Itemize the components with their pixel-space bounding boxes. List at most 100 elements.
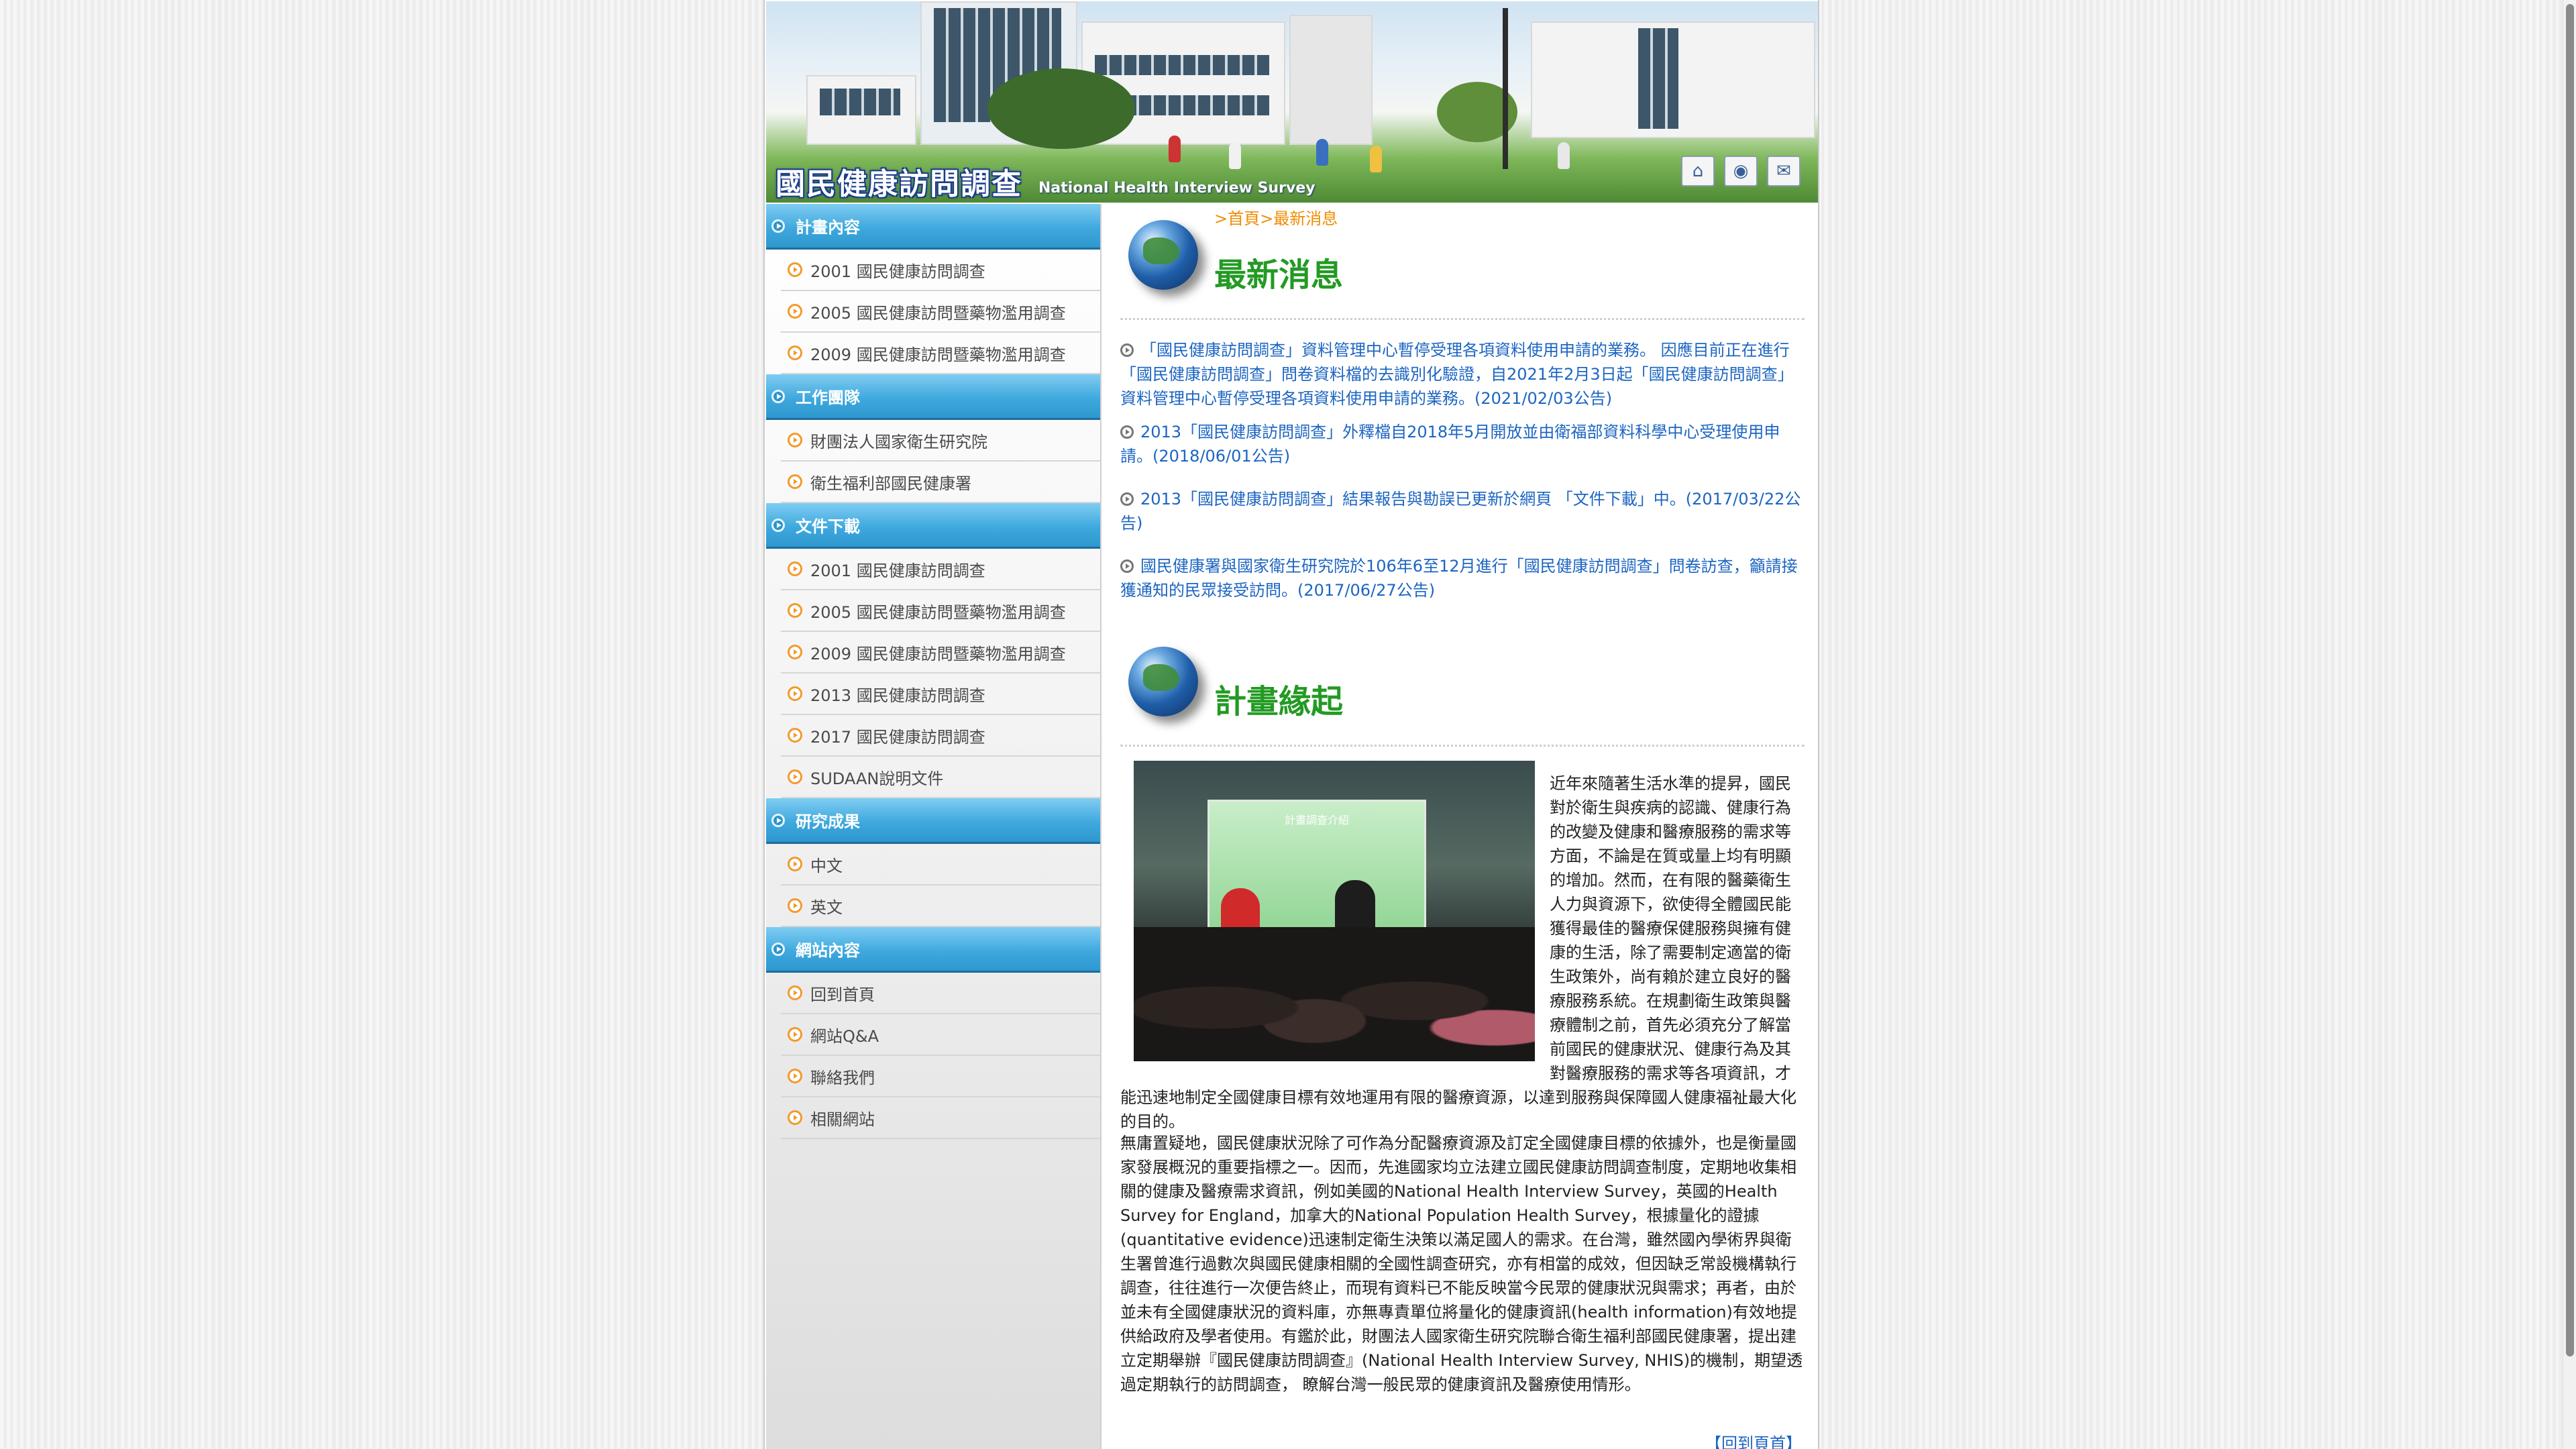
orange-arrow-icon <box>788 262 802 277</box>
sidebar-item-faq[interactable]: 網站Q&A <box>781 1014 1100 1056</box>
news-item[interactable]: 2013「國民健康訪問調查」結果報告與勘誤已更新於網頁 「文件下載」中。(201… <box>1120 487 1805 535</box>
sidebar-item-download-2001[interactable]: 2001 國民健康訪問調查 <box>781 549 1100 590</box>
globe-icon <box>1128 647 1198 716</box>
sidebar-item-label: 衛生福利部國民健康署 <box>810 474 971 493</box>
orange-arrow-icon <box>788 898 802 913</box>
orange-arrow-icon <box>788 304 802 319</box>
news-item-text[interactable]: 2013「國民健康訪問調查」外釋檔自2018年5月開放並由衛福部資料科學中心受理… <box>1120 423 1780 466</box>
sidebar-item-sudaan[interactable]: SUDAAN說明文件 <box>781 757 1100 798</box>
page-container: 國民健康訪問調查 National Health Interview Surve… <box>763 0 1819 1449</box>
arrow-circle-icon <box>771 942 785 956</box>
building-wall <box>1289 15 1373 145</box>
background-paragraph: 無庸置疑地，國民健康狀況除了可作為分配醫療資源及訂定全國健康目標的依據外，也是衡… <box>1120 1134 1803 1394</box>
globe-icon[interactable]: ◉ <box>1724 156 1758 186</box>
news-item-text[interactable]: 「國民健康訪問調查」資料管理中心暫停受理各項資料使用申請的業務。 因應目前正在進… <box>1120 341 1794 408</box>
sidebar-item-label: SUDAAN說明文件 <box>810 769 944 788</box>
orange-arrow-icon <box>788 433 802 447</box>
orange-arrow-icon <box>788 561 802 576</box>
lamp-post <box>1503 8 1508 169</box>
sidebar-item-label: 相關網站 <box>810 1110 875 1129</box>
site-subtitle: National Health Interview Survey <box>1038 180 1316 197</box>
building-window <box>1095 55 1269 75</box>
sidebar-item-nhri[interactable]: 財團法人國家衛生研究院 <box>781 420 1100 462</box>
arrow-circle-icon <box>771 518 785 532</box>
building-window <box>1638 28 1678 129</box>
sidebar-section-results[interactable]: 研究成果 <box>766 798 1100 844</box>
scrollbar-thumb[interactable] <box>2566 4 2574 1356</box>
orange-arrow-icon <box>788 985 802 1000</box>
sidebar-section-title: 研究成果 <box>796 812 860 831</box>
sidebar-item-related[interactable]: 相關網站 <box>781 1097 1100 1139</box>
arrow-circle-icon <box>771 219 785 233</box>
arrow-circle-icon <box>1120 559 1134 573</box>
news-section-header: 最新消息 <box>1120 211 1805 320</box>
sidebar: 計畫內容 2001 國民健康訪問調查 2005 國民健康訪問暨藥物濫用調查 20… <box>766 204 1102 1449</box>
sidebar-item-contact[interactable]: 聯絡我們 <box>781 1056 1100 1097</box>
orange-arrow-icon <box>788 857 802 871</box>
sidebar-item-english[interactable]: 英文 <box>781 885 1100 927</box>
sidebar-section-downloads[interactable]: 文件下載 <box>766 503 1100 549</box>
arrow-circle-icon <box>1120 343 1134 357</box>
arrow-circle-icon <box>1120 425 1134 439</box>
arrow-circle-icon <box>1120 492 1134 506</box>
sidebar-item-label: 回到首頁 <box>810 985 875 1004</box>
sidebar-item-home[interactable]: 回到首頁 <box>781 973 1100 1014</box>
sidebar-item-label: 2001 國民健康訪問調查 <box>810 262 985 281</box>
home-icon[interactable]: ⌂ <box>1681 156 1715 186</box>
news-item[interactable]: 「國民健康訪問調查」資料管理中心暫停受理各項資料使用申請的業務。 因應目前正在進… <box>1120 338 1805 411</box>
sidebar-item-label: 英文 <box>810 898 843 917</box>
globe-icon <box>1128 220 1198 290</box>
sidebar-section-title: 計畫內容 <box>796 218 860 237</box>
intro-paragraph: 近年來隨著生活水準的提昇，國民對於衛生與疾病的認識、健康行為的改變及健康和醫療服… <box>1120 771 1805 1134</box>
sidebar-item-label: 聯絡我們 <box>810 1068 875 1087</box>
tree <box>987 68 1135 149</box>
orange-arrow-icon <box>788 728 802 743</box>
sidebar-section-project[interactable]: 計畫內容 <box>766 204 1100 250</box>
sidebar-section-team[interactable]: 工作團隊 <box>766 374 1100 420</box>
origin-section-header: 計畫緣起 <box>1120 637 1805 747</box>
mail-icon[interactable]: ✉ <box>1767 156 1801 186</box>
arrow-circle-icon <box>771 389 785 403</box>
building-window <box>820 89 900 115</box>
sidebar-section-title: 網站內容 <box>796 941 860 960</box>
orange-arrow-icon <box>788 686 802 701</box>
orange-arrow-icon <box>788 769 802 784</box>
sidebar-item-project-2005[interactable]: 2005 國民健康訪問暨藥物濫用調查 <box>781 291 1100 333</box>
sidebar-section-title: 工作團隊 <box>796 388 860 407</box>
sidebar-item-label: 2013 國民健康訪問調查 <box>810 686 985 705</box>
scrollbar[interactable] <box>2563 0 2576 1449</box>
news-item[interactable]: 國民健康署與國家衛生研究院於106年6至12月進行「國民健康訪問調查」問卷訪查，… <box>1120 554 1805 602</box>
sidebar-item-label: 2009 國民健康訪問暨藥物濫用調查 <box>810 644 1066 663</box>
sidebar-item-download-2009[interactable]: 2009 國民健康訪問暨藥物濫用調查 <box>781 632 1100 674</box>
sidebar-item-download-2013[interactable]: 2013 國民健康訪問調查 <box>781 674 1100 715</box>
sidebar-item-project-2009[interactable]: 2009 國民健康訪問暨藥物濫用調查 <box>781 333 1100 374</box>
news-item[interactable]: 2013「國民健康訪問調查」外釋檔自2018年5月開放並由衛福部資料科學中心受理… <box>1120 420 1805 468</box>
sidebar-item-chinese[interactable]: 中文 <box>781 844 1100 885</box>
sidebar-item-label: 2009 國民健康訪問暨藥物濫用調查 <box>810 345 1066 364</box>
person <box>1370 146 1382 172</box>
sidebar-item-label: 財團法人國家衛生研究院 <box>810 432 987 451</box>
person <box>1229 142 1241 169</box>
orange-arrow-icon <box>788 1069 802 1083</box>
sidebar-item-download-2017[interactable]: 2017 國民健康訪問調查 <box>781 715 1100 757</box>
sidebar-item-download-2005[interactable]: 2005 國民健康訪問暨藥物濫用調查 <box>781 590 1100 632</box>
orange-arrow-icon <box>788 345 802 360</box>
header-banner: 國民健康訪問調查 National Health Interview Surve… <box>766 1 1818 203</box>
person <box>1316 139 1328 166</box>
sidebar-item-label: 2005 國民健康訪問暨藥物濫用調查 <box>810 303 1066 323</box>
sidebar-item-hpa[interactable]: 衛生福利部國民健康署 <box>781 462 1100 503</box>
sidebar-section-site[interactable]: 網站內容 <box>766 927 1100 973</box>
orange-arrow-icon <box>788 645 802 659</box>
site-title: 國民健康訪問調查 <box>775 167 1022 201</box>
news-item-text[interactable]: 國民健康署與國家衛生研究院於106年6至12月進行「國民健康訪問調查」問卷訪查，… <box>1120 557 1798 600</box>
sidebar-item-label: 中文 <box>810 856 843 875</box>
person <box>1169 136 1181 162</box>
arrow-circle-icon <box>771 813 785 827</box>
sidebar-item-label: 網站Q&A <box>810 1026 879 1046</box>
news-item-text[interactable]: 2013「國民健康訪問調查」結果報告與勘誤已更新於網頁 「文件下載」中。(201… <box>1120 490 1801 533</box>
person <box>1558 142 1570 169</box>
sidebar-item-project-2001[interactable]: 2001 國民健康訪問調查 <box>781 250 1100 291</box>
sidebar-item-label: 2017 國民健康訪問調查 <box>810 727 985 747</box>
back-to-top-link[interactable]: 【回到頁首】 <box>1705 1430 1802 1449</box>
orange-arrow-icon <box>788 603 802 618</box>
